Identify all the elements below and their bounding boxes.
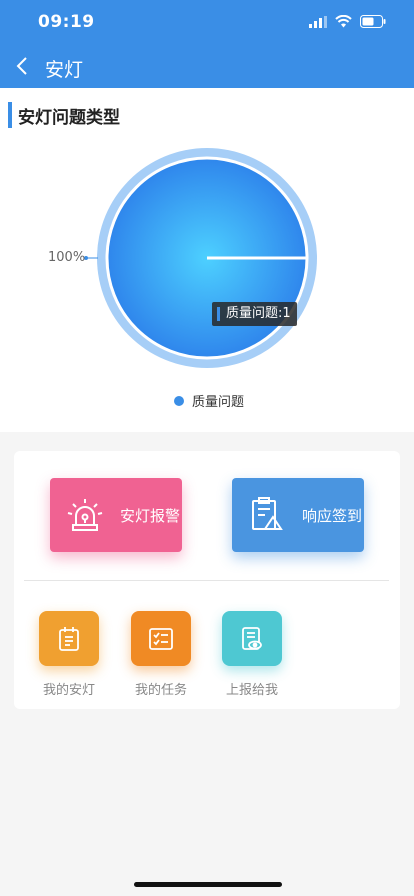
section-title: 安灯问题类型: [8, 102, 120, 128]
reported-to-me-tile: [222, 611, 282, 666]
my-tasks-label: 我的任务: [134, 683, 187, 698]
legend-dot: [174, 395, 184, 406]
status-icons: [309, 15, 386, 28]
legend-label: 质量问题: [192, 395, 245, 410]
chevron-left-icon: [16, 57, 27, 75]
home-indicator[interactable]: [134, 882, 282, 887]
battery-icon: [360, 15, 386, 28]
task-list-icon: [149, 627, 173, 650]
reported-to-me-button[interactable]: 上报给我: [212, 611, 292, 698]
chart-legend[interactable]: 质量问题: [174, 391, 244, 410]
my-tasks-button[interactable]: 我的任务: [121, 611, 201, 698]
section-accent-bar: [8, 102, 12, 128]
my-tasks-tile: [131, 611, 191, 666]
signal-icon: [309, 15, 327, 28]
back-button[interactable]: [12, 54, 32, 78]
app-header: 09:19 安灯: [0, 0, 414, 88]
alarm-button-label: 安灯报警: [120, 506, 181, 525]
wifi-icon: [335, 15, 352, 28]
nav-bar: 安灯: [0, 46, 414, 88]
clipboard-icon: [242, 490, 292, 540]
status-time: 09:19: [38, 12, 95, 32]
checkin-button[interactable]: 响应签到: [232, 478, 364, 552]
pie-percent-label: 100%: [48, 250, 86, 265]
siren-icon: [60, 490, 110, 540]
action-card: 安灯报警 响应签到 我的安灯 我的任务 上报给我: [14, 451, 400, 709]
my-andon-tile: [39, 611, 99, 666]
report-view-icon: [242, 626, 262, 650]
my-andon-button[interactable]: 我的安灯: [29, 611, 109, 698]
checkin-button-label: 响应签到: [302, 506, 363, 525]
alarm-button[interactable]: 安灯报警: [50, 478, 182, 552]
my-andon-label: 我的安灯: [42, 683, 95, 698]
status-bar: 09:19: [0, 0, 414, 46]
chart-tooltip: 质量问题:1: [212, 302, 297, 326]
divider: [24, 580, 389, 581]
calendar-doc-icon: [59, 626, 79, 651]
reported-to-me-label: 上报给我: [225, 683, 278, 698]
page-title: 安灯: [45, 59, 84, 81]
section-title-text: 安灯问题类型: [18, 107, 120, 128]
